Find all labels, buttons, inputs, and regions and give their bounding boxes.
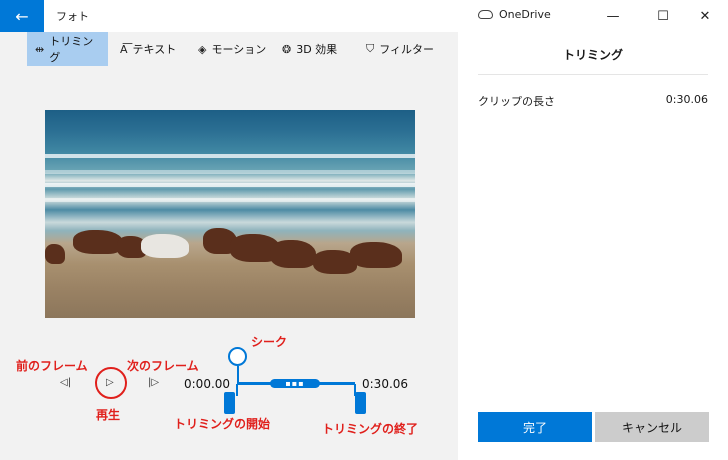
- back-arrow-icon: ←: [15, 6, 29, 26]
- horse: [45, 244, 65, 264]
- video-preview: [45, 110, 415, 318]
- tab-3d-effects[interactable]: ❂ 3D 効果: [274, 32, 345, 66]
- next-frame-icon[interactable]: |▷: [148, 377, 159, 388]
- annotation-play: 再生: [96, 408, 121, 422]
- tab-text[interactable]: A͞ テキスト: [112, 32, 184, 66]
- seek-handle[interactable]: [228, 347, 247, 366]
- cancel-button[interactable]: キャンセル: [595, 412, 709, 442]
- horse: [270, 240, 316, 268]
- wave-line: [45, 183, 415, 187]
- annotation-previous-frame: 前のフレーム: [16, 359, 88, 373]
- 3d-effects-icon: ❂: [282, 42, 292, 56]
- title-bar: ← フォト OneDrive — ☐ ✕: [0, 0, 728, 32]
- text-icon: A͞: [120, 42, 128, 56]
- close-button[interactable]: ✕: [682, 0, 728, 32]
- trim-start-stem: [236, 384, 238, 396]
- maximize-button[interactable]: ☐: [640, 0, 686, 32]
- app-title: フォト: [56, 10, 89, 23]
- onedrive-button[interactable]: OneDrive: [478, 8, 551, 21]
- trim-icon: ⇹: [35, 42, 45, 56]
- horse: [73, 230, 123, 254]
- horse: [350, 242, 402, 268]
- tab-filter-label: フィルター: [379, 43, 435, 56]
- trim-end-handle[interactable]: [355, 392, 366, 414]
- wave-line: [45, 170, 415, 174]
- tab-3d-effects-label: 3D 効果: [296, 43, 338, 56]
- trim-range-grip[interactable]: ▪▪▪: [270, 379, 320, 388]
- trim-panel: トリミング クリップの長さ 0:30.06 完了 キャンセル: [458, 32, 728, 460]
- clip-length-value: 0:30.06: [665, 93, 708, 106]
- onedrive-label: OneDrive: [499, 8, 551, 21]
- wave-line: [45, 154, 415, 158]
- play-highlight-circle: [95, 367, 127, 399]
- cloud-icon: [478, 10, 493, 19]
- minimize-button[interactable]: —: [590, 0, 636, 32]
- motion-icon: ◈: [198, 42, 207, 56]
- seek-stem: [237, 366, 239, 382]
- annotation-next-frame: 次のフレーム: [127, 359, 199, 373]
- trim-start-handle[interactable]: [224, 392, 235, 414]
- tab-motion[interactable]: ◈ モーション: [190, 32, 274, 66]
- clip-length-label: クリップの長さ: [478, 95, 555, 108]
- tab-text-label: テキスト: [132, 43, 177, 56]
- horse: [141, 234, 189, 258]
- filter-icon: ⛉: [366, 42, 375, 55]
- previous-frame-icon[interactable]: ◁|: [60, 377, 71, 388]
- back-button[interactable]: ←: [0, 0, 44, 32]
- annotation-trim-end: トリミングの終了: [322, 422, 419, 436]
- tab-filter[interactable]: ⛉ フィルター: [358, 32, 442, 66]
- annotation-seek: シーク: [251, 335, 288, 349]
- maximize-icon: ☐: [657, 8, 669, 24]
- done-button[interactable]: 完了: [478, 412, 592, 442]
- tab-motion-label: モーション: [211, 43, 267, 56]
- close-icon: ✕: [699, 8, 711, 24]
- minimize-icon: —: [606, 8, 620, 24]
- end-time: 0:30.06: [362, 377, 409, 391]
- start-time: 0:00.00: [184, 377, 231, 391]
- wave-line: [45, 198, 415, 202]
- tab-trim-label: トリミング: [49, 35, 94, 64]
- panel-title: トリミング: [562, 48, 623, 62]
- divider: [478, 74, 708, 75]
- annotation-trim-start: トリミングの開始: [174, 417, 271, 431]
- edit-toolbar: ⇹ トリミング A͞ テキスト ◈ モーション ❂ 3D 効果 ⛉ フィルター: [0, 32, 458, 66]
- tab-trim[interactable]: ⇹ トリミング: [27, 32, 108, 66]
